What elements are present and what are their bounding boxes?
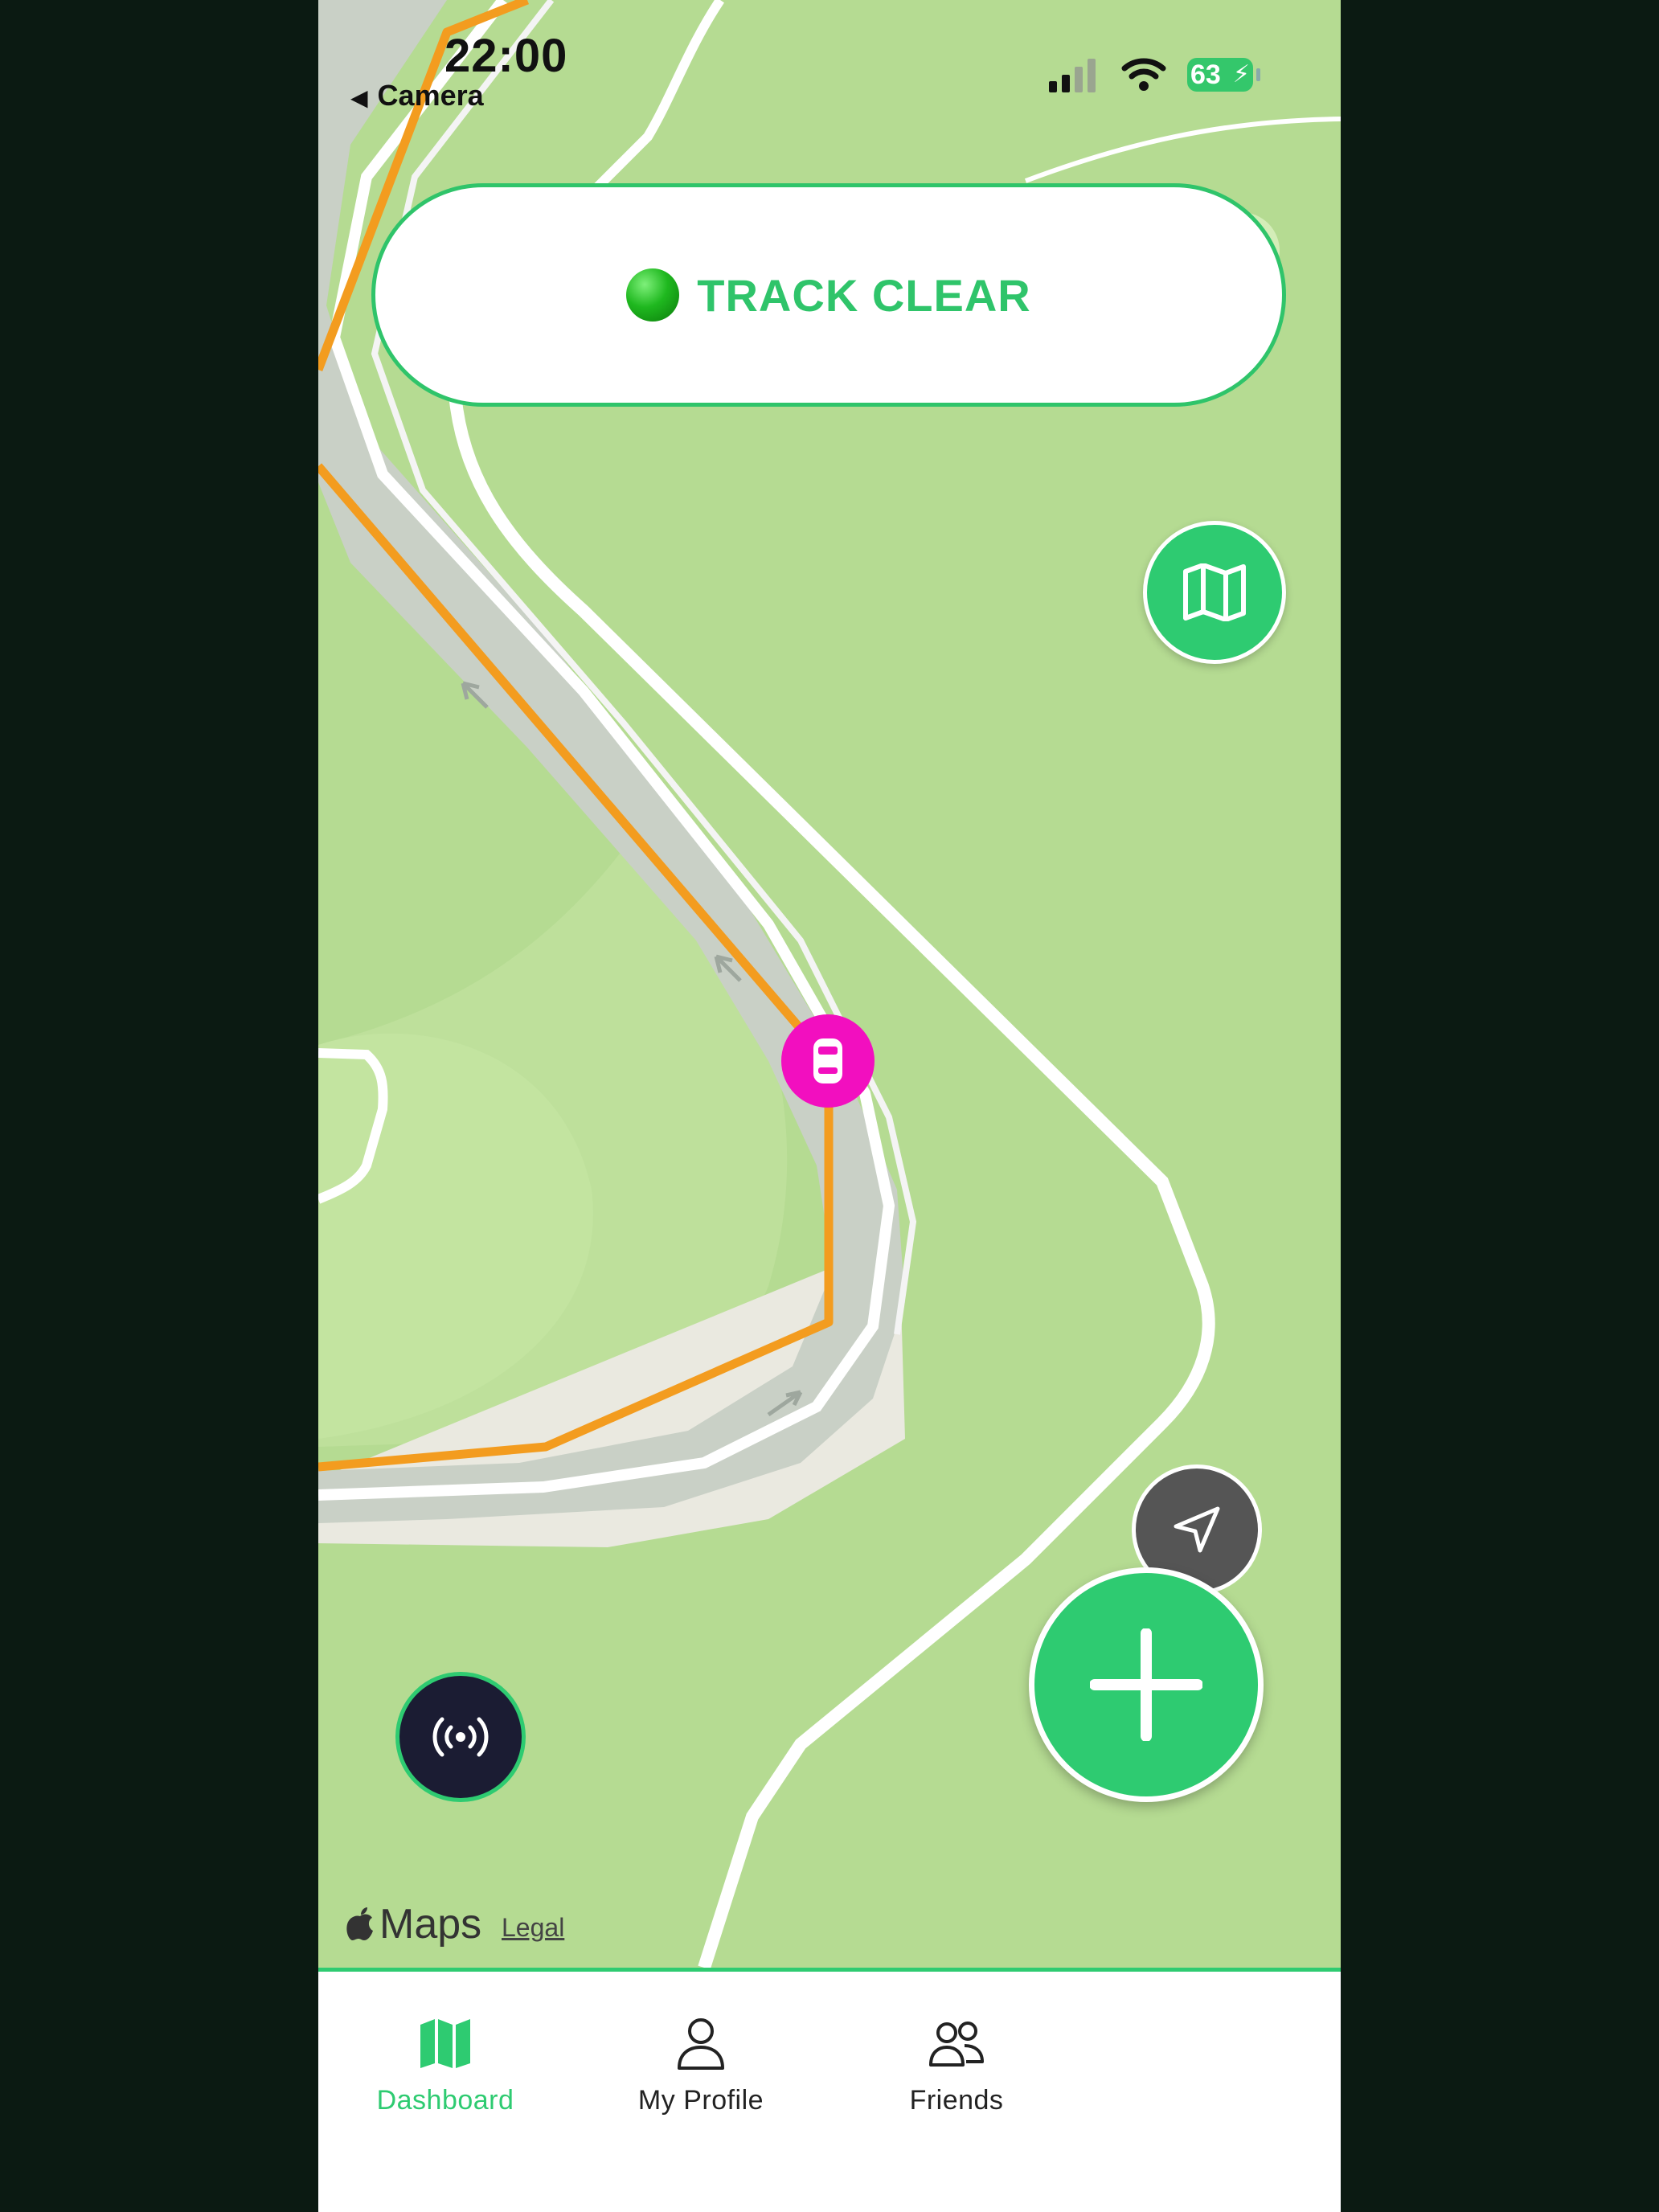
map-icon <box>1183 563 1246 621</box>
back-arrow-icon: ◀ <box>350 85 368 110</box>
people-icon <box>929 2022 984 2067</box>
tab-bar: Dashboard My Profile Friends <box>318 1968 1341 2212</box>
battery-tip <box>1256 68 1260 81</box>
legal-link[interactable]: Legal <box>502 1913 564 1943</box>
battery-percent: 63 <box>1190 59 1221 90</box>
person-icon <box>678 2018 724 2070</box>
wifi-icon <box>1121 58 1166 91</box>
map-icon <box>420 2019 470 2068</box>
cellular-signal-icon <box>1049 59 1096 92</box>
broadcast-icon <box>432 1717 489 1757</box>
apple-maps-attribution: Maps <box>346 1900 481 1948</box>
battery-indicator: 63 ⚡ <box>1187 58 1253 92</box>
charging-bolt-icon: ⚡ <box>1232 61 1250 88</box>
tab-dashboard-label: Dashboard <box>376 2085 514 2116</box>
car-icon <box>813 1038 842 1083</box>
status-time: 22:00 <box>444 30 568 82</box>
map-style-button[interactable] <box>1143 521 1286 664</box>
maps-wordmark: Maps <box>379 1901 482 1948</box>
tab-friends-label: Friends <box>909 2085 1004 2116</box>
location-arrow-icon <box>1174 1506 1220 1553</box>
add-button[interactable] <box>1029 1567 1264 1802</box>
apple-logo-icon <box>346 1907 373 1940</box>
plus-icon <box>1090 1628 1202 1741</box>
status-icons: 63 ⚡ <box>1049 56 1260 93</box>
broadcast-button[interactable] <box>395 1672 526 1802</box>
tab-friends[interactable]: Friends <box>852 2017 1061 2116</box>
tab-my-profile[interactable]: My Profile <box>596 2017 805 2116</box>
tab-dashboard[interactable]: Dashboard <box>341 2017 550 2116</box>
tab-my-profile-label: My Profile <box>637 2085 764 2116</box>
track-status-banner: TRACK CLEAR <box>371 183 1286 407</box>
back-to-camera-link[interactable]: ◀ Camera <box>350 79 484 113</box>
car-location-marker[interactable] <box>781 1014 875 1108</box>
back-label: Camera <box>377 79 484 112</box>
green-status-dot-icon <box>626 268 680 322</box>
app-screen: 22:00 ◀ Camera 63 ⚡ TRACK CLEAR Maps Leg… <box>318 0 1341 2212</box>
track-status-text: TRACK CLEAR <box>697 269 1031 321</box>
